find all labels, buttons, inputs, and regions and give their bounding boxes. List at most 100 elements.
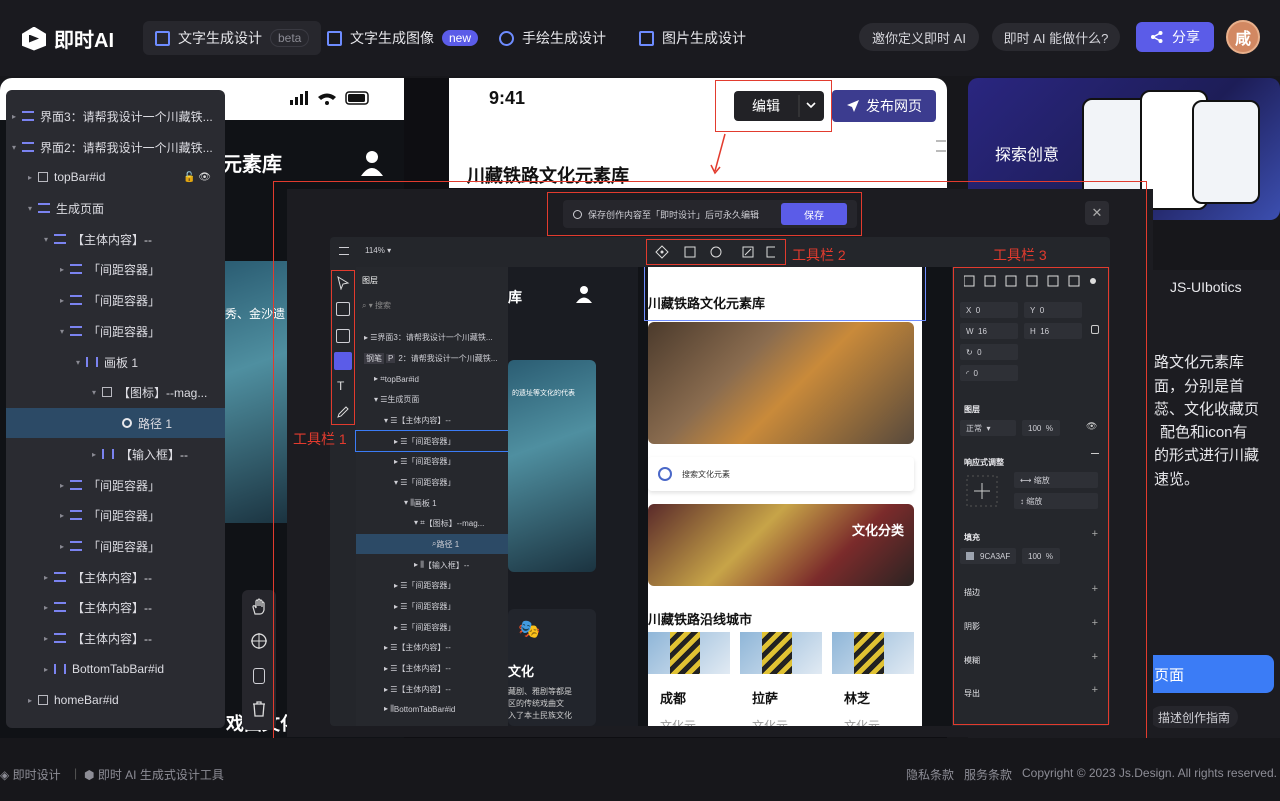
tree-node[interactable]: ▸ 【主体内容】-- [6,623,225,653]
city-card[interactable]: 拉萨 文化元 [740,632,822,726]
layer-row[interactable]: ▸ ☰ 【主体内容】-- [356,637,508,657]
menu-icon[interactable] [936,140,946,152]
city-name: 成都 [660,691,687,706]
tree-node[interactable]: ▸ 「间距容器」 [6,470,225,500]
tree-node[interactable]: ▸ 「间距容器」 [6,500,225,530]
tree-node[interactable]: ▸ 「间距容器」 [6,531,225,561]
layer-row[interactable]: ▾ ⌗ 【图标】--mag... [356,513,508,533]
layer-row[interactable]: ▸ ⫼ BottomTabBar#id [356,699,508,719]
layer-row-hover[interactable]: ▸ ☰ 「间距容器」 [355,430,509,452]
send-icon [847,100,859,112]
city-card[interactable]: 成都 文化元 [648,632,730,726]
layer-row[interactable]: ▸ ☰ 「间距容器」 [356,617,508,637]
culture-category-card[interactable]: 文化分类 [648,504,914,586]
tab-image-to-design[interactable]: 图片生成设计 [627,21,758,55]
layer-row[interactable]: ▾ ☰ 生成页面 [356,389,508,409]
tree-node[interactable]: ▾ 界面2：请帮我设计一个川藏铁... [6,132,225,162]
layer-row[interactable]: ▸ ⫼ 【输入框】-- [356,555,508,575]
tree-node[interactable]: ▾ 画板 1 [6,347,225,377]
layer-row[interactable]: ▸ ☰ 【主体内容】-- [356,679,508,699]
tree-node[interactable]: ▾ 「间距容器」 [6,316,225,346]
mobile-icon[interactable] [253,668,265,684]
close-icon[interactable]: ✕ [1085,201,1109,225]
description-line: 速览。 [1154,471,1200,488]
description-line: 配色和icon有 [1160,424,1248,441]
card-body: 藏剧、雅剧等都是 区的传统戏曲文 入了本土民族文化 [508,687,572,720]
city-sub: 文化元 [752,719,789,726]
terms-link[interactable]: 服务条款 [964,766,1012,783]
user-icon[interactable] [360,150,384,176]
logo-icon [22,26,46,51]
hand-icon[interactable] [250,598,268,616]
tree-node[interactable]: ▸ homeBar#id [6,685,225,715]
generate-page-button[interactable]: 页面 [1144,655,1274,693]
tree-node[interactable]: ▾ 生成页面 [6,193,225,223]
layer-row[interactable]: ▸ ☰ 界面3：请帮我设计一个川藏铁... [356,327,508,347]
preview-phone-thumb [1192,100,1260,204]
description-line: 面，分别是首 [1154,378,1245,395]
chart-icon [327,30,342,46]
tab-js-uibotics[interactable]: JS-UIbotics [1170,279,1242,295]
layers-tab[interactable]: 图层 [362,275,378,286]
guide-button[interactable]: 描述创作指南 [1150,706,1238,728]
search-culture-item[interactable]: 搜索文化元素 [648,457,914,491]
tree-node[interactable]: ▾ 【主体内容】-- [6,224,225,254]
layer-row-selected[interactable]: ⌕ 路径 1 [356,534,508,554]
tree-node[interactable]: ▸ 【主体内容】-- [6,562,225,592]
share-button[interactable]: 分享 [1136,22,1214,52]
layer-row[interactable]: ▸ ⌗ topBar#id [356,369,508,389]
tree-node[interactable]: ▸ 【输入框】-- [6,439,225,469]
city-image [648,632,730,674]
city-card[interactable]: 林芝 文化元 [832,632,914,726]
tree-node[interactable]: ▾ 【图标】--mag... [6,377,225,407]
description-line: 的形式进行川藏 [1154,447,1260,464]
avatar[interactable]: 咸 [1226,20,1260,54]
publish-button[interactable]: 发布网页 [832,90,936,122]
layer-row[interactable]: ▸ ☰ 【主体内容】-- [356,658,508,678]
photo-caption: 的遗址等文化的代表 [512,390,575,397]
notice-text: 保存创作内容至「即时设计」后可永久编辑 [588,209,760,220]
privacy-link[interactable]: 隐私条款 [906,766,954,783]
city-image [832,632,914,674]
layer-row[interactable]: ▾ ⫼ 画板 1 [356,493,508,513]
sketch-icon [499,30,514,46]
what-can-button[interactable]: 即时 AI 能做什么? [992,23,1120,51]
layer-tree-panel: ▸ 界面3：请帮我设计一个川藏铁... ▾ 界面2：请帮我设计一个川藏铁... ▸ t… [6,90,225,728]
layer-row[interactable]: ▸ ☰ 「间距容器」 [356,575,508,595]
target-icon[interactable] [250,632,268,650]
save-button[interactable]: 保存 [781,203,847,225]
tree-node[interactable]: ▸ 【主体内容】-- [6,592,225,622]
brand-logo[interactable]: 即时AI [22,24,114,53]
tree-node[interactable]: ▸ 界面3：请帮我设计一个川藏铁... [6,101,225,131]
invite-button[interactable]: 邀你定义即时 AI [859,23,979,51]
tree-node[interactable]: ▸ BottomTabBar#id [6,654,225,684]
layer-row[interactable]: ▸ ☰ 「间距容器」 [356,451,508,471]
layer-search-input[interactable]: ⌕ ▾ 搜索 [362,300,391,311]
lock-eye-icon[interactable]: 🔓 👁 [183,172,211,183]
menu-icon[interactable] [339,247,349,255]
tab-text-to-design[interactable]: 文字生成设计 beta [143,21,322,55]
trash-icon[interactable] [250,700,268,718]
tree-node-selected[interactable]: 路径 1 [6,408,225,438]
tree-node[interactable]: ▸ topBar#id 🔓 👁 [6,162,225,192]
layer-row[interactable]: 钢笔 P 2：请帮我设计一个川藏铁... [356,348,508,368]
tree-node[interactable]: ▸ 「间距容器」 [6,254,225,284]
annotation-box-toolbar1 [331,270,355,425]
description-line: 蕊、文化收藏页 [1154,401,1260,418]
layer-row[interactable]: ▾ ☰ 「间距容器」 [356,472,508,492]
image-design-icon [639,30,654,46]
editor-canvas: 库 的遗址等文化的代表 🎭 文化 藏剧、雅剧等都是 区的传统戏曲文 入了本土民族… [508,267,952,726]
search-icon [122,418,132,428]
search-icon [658,467,672,481]
footer-brand[interactable]: ◈ 即时设计 [0,766,61,783]
layer-row[interactable]: ▸ ☰ 「间距容器」 [356,596,508,616]
tab-sketch-to-design[interactable]: 手绘生成设计 [487,21,618,55]
user-icon[interactable] [576,285,592,303]
zoom-level[interactable]: 114% ▾ [365,246,391,255]
footer-brand-ai[interactable]: ⬢ 即时 AI 生成式设计工具 [84,766,224,783]
cities-title: 川藏铁路沿线城市 [648,612,753,627]
tree-node[interactable]: ▸ 「间距容器」 [6,285,225,315]
tab-label: 文字生成设计 [178,30,262,46]
tab-text-to-image[interactable]: 文字生成图像 new [315,21,490,55]
layer-row[interactable]: ▾ ☰ 【主体内容】-- [356,410,508,430]
